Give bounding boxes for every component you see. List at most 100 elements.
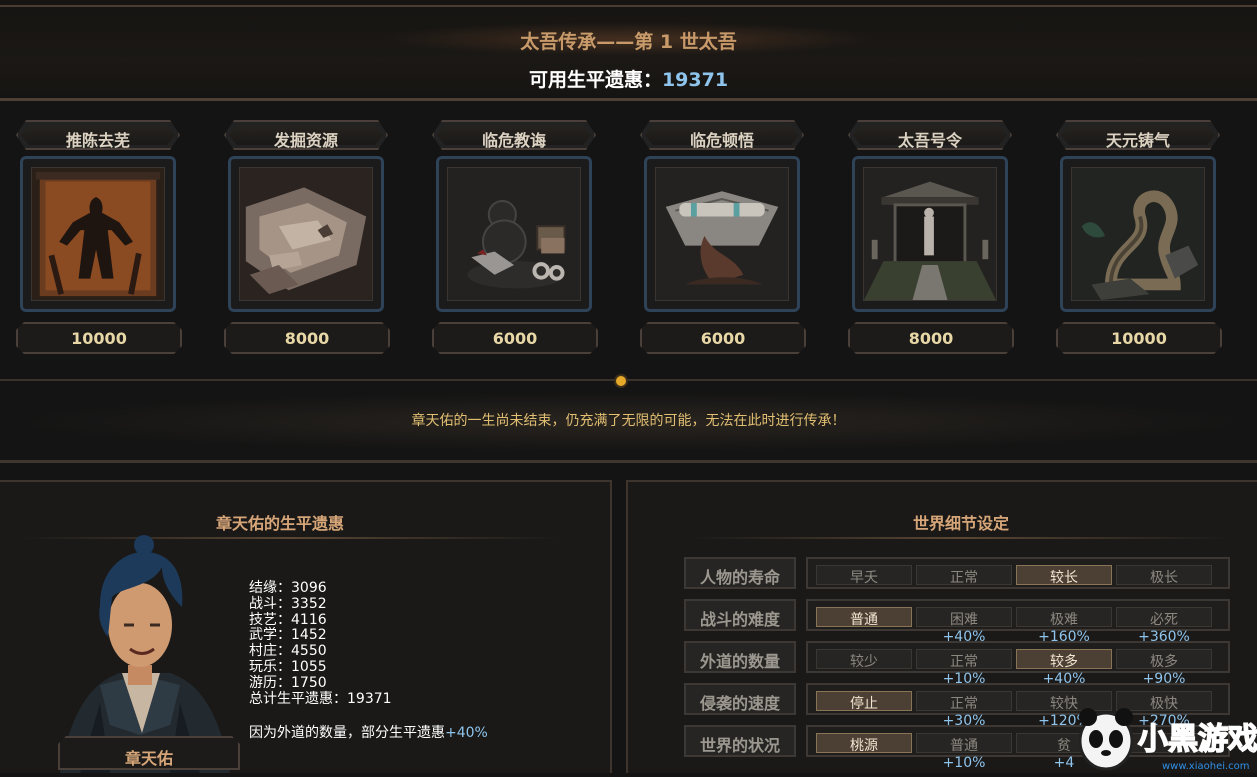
setting-label-box: 战斗的难度 <box>684 599 796 631</box>
world-settings-title: 世界细节设定 <box>912 514 1009 533</box>
page-indicator-dot[interactable] <box>614 374 628 388</box>
card-frame[interactable] <box>228 156 384 312</box>
setting-label-box: 世界的状况 <box>684 725 796 757</box>
card-label: 天元铸气 <box>1105 131 1170 150</box>
setting-option-selected[interactable]: 普通 <box>816 607 912 628</box>
card-cost: 8000 <box>908 329 954 348</box>
setting-row-heretic-count: 外道的数量 较少 正常 +10% 较多 +40% 极多 +90% <box>684 641 1230 687</box>
inheritance-card-2[interactable]: 发掘资源 8000 <box>224 120 392 356</box>
legacy-stats-list: 结缘：3096 战斗：3352 技艺：4116 武学：1452 村庄：4550 … <box>249 580 392 707</box>
setting-option[interactable]: 必死 +360% <box>1116 607 1212 645</box>
inheritance-card-4[interactable]: 临危顿悟 6000 <box>640 120 808 356</box>
svg-text:小黑游戏: 小黑游戏 <box>1138 722 1257 757</box>
card-frame[interactable] <box>436 156 592 312</box>
setting-option-selected[interactable]: 桃源 <box>816 733 912 754</box>
setting-label-box: 人物的寿命 <box>684 557 796 589</box>
header-banner: 太吾传承——第 1 世太吾 可用生平遗惠：19371 <box>0 0 1257 101</box>
card-frame[interactable] <box>644 156 800 312</box>
setting-option-selected[interactable]: 较长 <box>1016 565 1112 586</box>
card-cost: 6000 <box>700 329 746 348</box>
card-cost-box: 8000 <box>224 322 390 354</box>
setting-option[interactable]: 较少 <box>816 649 912 670</box>
setting-option-selected[interactable]: 停止 <box>816 691 912 712</box>
legacy-bonus-note: 因为外道的数量，部分生平遗惠+40% <box>249 722 488 742</box>
setting-label-box: 外道的数量 <box>684 641 796 673</box>
setting-row-lifespan: 人物的寿命 早夭 正常 较长 极长 <box>684 557 1230 589</box>
inheritance-notice: 章天佑的一生尚未结束，仍充满了无限的可能，无法在此时进行传承！ <box>411 413 846 429</box>
card-cost-box: 8000 <box>848 322 1014 354</box>
stat-line: 结缘：3096 <box>249 580 327 596</box>
card-label: 发掘资源 <box>273 131 338 150</box>
character-portrait <box>40 515 240 773</box>
card-cost-box: 6000 <box>432 322 598 354</box>
header-top-border <box>0 5 1257 7</box>
setting-option[interactable]: 困难 +40% <box>916 607 1012 645</box>
inheritance-card-1[interactable]: 推陈去芜 10000 <box>16 120 184 356</box>
setting-label: 人物的寿命 <box>699 568 780 587</box>
setting-option-selected[interactable]: 较多 +40% <box>1016 649 1112 687</box>
setting-row-combat-difficulty: 战斗的难度 普通 困难 +40% 极难 +160% 必死 +360% <box>684 599 1230 645</box>
setting-label: 侵袭的速度 <box>699 694 780 713</box>
card-label-box: 天元铸气 <box>1056 120 1220 150</box>
card-label-box: 推陈去芜 <box>16 120 180 150</box>
card-cost-box: 10000 <box>1056 322 1222 354</box>
twisted-tree-art-icon <box>1071 167 1205 301</box>
inheritance-card-6[interactable]: 天元铸气 10000 <box>1056 120 1224 356</box>
page-title: 太吾传承——第 1 世太吾 <box>520 31 737 53</box>
scroll-fan-art-icon <box>655 167 789 301</box>
setting-label: 世界的状况 <box>699 736 780 755</box>
setting-option[interactable]: 极难 +160% <box>1016 607 1112 645</box>
setting-option[interactable]: 正常 +30% <box>916 691 1012 729</box>
card-cost: 10000 <box>1111 329 1167 348</box>
setting-option[interactable]: 正常 +10% <box>916 649 1012 687</box>
setting-option[interactable]: 早夭 <box>816 565 912 586</box>
svg-text:www.xiaohei.com: www.xiaohei.com <box>1162 761 1250 772</box>
card-cost: 8000 <box>284 329 330 348</box>
character-name-plate: 章天佑 <box>58 736 240 770</box>
bonus-percent: +40% <box>445 725 488 741</box>
stat-total: 总计生平遗惠：19371 <box>249 690 392 707</box>
setting-label: 外道的数量 <box>699 652 780 671</box>
card-cost-box: 6000 <box>640 322 806 354</box>
gourd-boxes-art-icon <box>447 167 581 301</box>
stat-line: 战斗：3352 <box>249 595 327 612</box>
card-label: 临危教诲 <box>481 131 546 150</box>
card-label-box: 发掘资源 <box>224 120 388 150</box>
points-value: 19371 <box>661 69 729 91</box>
bonus-text: 因为外道的数量，部分生平遗惠 <box>249 725 445 741</box>
option-bonus: +10% <box>942 755 986 771</box>
stat-line: 村庄：4550 <box>249 643 327 660</box>
available-points: 可用生平遗惠：19371 <box>0 65 1257 92</box>
card-label-box: 临危教诲 <box>432 120 596 150</box>
stat-line: 玩乐：1055 <box>249 658 327 675</box>
stat-line: 游历：1750 <box>249 674 327 691</box>
setting-label-box: 侵袭的速度 <box>684 683 796 715</box>
card-label: 临危顿悟 <box>689 131 754 150</box>
stat-line: 武学：1452 <box>249 627 327 644</box>
inheritance-card-3[interactable]: 临危教诲 6000 <box>432 120 600 356</box>
site-watermark-logo: 小黑游戏 www.xiaohei.com <box>1066 703 1257 773</box>
character-name: 章天佑 <box>124 749 173 768</box>
setting-option[interactable]: 正常 <box>916 565 1012 586</box>
card-frame[interactable] <box>1060 156 1216 312</box>
points-label: 可用生平遗惠： <box>528 69 662 91</box>
shrine-gate-art-icon <box>863 167 997 301</box>
card-label-box: 太吾号令 <box>848 120 1012 150</box>
setting-option[interactable]: 极多 +90% <box>1116 649 1212 687</box>
card-label: 推陈去芜 <box>65 131 130 150</box>
section-divider <box>0 379 1257 381</box>
header-bottom-border <box>0 98 1257 101</box>
stat-line: 技艺：4116 <box>249 611 327 628</box>
card-label-box: 临危顿悟 <box>640 120 804 150</box>
setting-option[interactable]: 普通 +10% <box>916 733 1012 771</box>
setting-option[interactable]: 极长 <box>1116 565 1212 586</box>
card-frame[interactable] <box>852 156 1008 312</box>
inheritance-card-5[interactable]: 太吾号令 8000 <box>848 120 1016 356</box>
figure-silhouette-art-icon <box>31 167 165 301</box>
setting-options: 普通 困难 +40% 极难 +160% 必死 +360% <box>806 599 1230 645</box>
setting-options: 较少 正常 +10% 较多 +40% 极多 +90% <box>806 641 1230 687</box>
card-cost: 6000 <box>492 329 538 348</box>
title-underline <box>690 537 1230 539</box>
card-frame[interactable] <box>20 156 176 312</box>
setting-label: 战斗的难度 <box>699 610 780 629</box>
